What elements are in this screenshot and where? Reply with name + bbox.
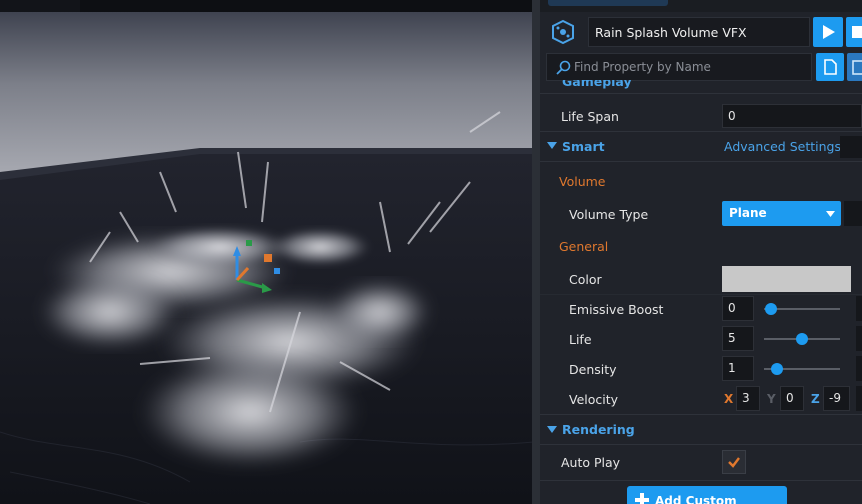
life-slider-handle[interactable] (796, 333, 808, 345)
auto-play-label: Auto Play (561, 455, 621, 470)
stop-button[interactable] (846, 17, 862, 47)
life-span-label: Life Span (561, 109, 619, 124)
play-icon (823, 25, 835, 39)
paste-button[interactable] (847, 53, 862, 81)
velocity-label: Velocity (569, 392, 619, 407)
density-label: Density (569, 362, 617, 377)
emissive-boost-label: Emissive Boost (569, 302, 664, 317)
color-swatch[interactable] (722, 266, 851, 292)
rendering-section-header[interactable]: Rendering (540, 415, 862, 443)
checkmark-icon (728, 457, 740, 468)
copy-icon (824, 59, 837, 75)
color-label: Color (569, 272, 602, 287)
plus-icon (635, 493, 649, 504)
velocity-z-label: Z (811, 392, 820, 406)
triangle-down-icon (547, 142, 557, 149)
viewport-tab[interactable] (80, 0, 534, 12)
velocity-x-label: X (724, 392, 734, 406)
velocity-x-field[interactable]: 3 (736, 386, 760, 411)
volume-type-reset[interactable] (844, 201, 862, 226)
life-field[interactable]: 5 (722, 326, 754, 351)
vfx-object-icon (550, 19, 576, 45)
auto-play-checkbox[interactable] (722, 450, 746, 474)
volume-group-label: Volume (559, 174, 606, 189)
density-field[interactable]: 1 (722, 356, 754, 381)
general-group-label: General (559, 239, 609, 254)
search-input[interactable]: Find Property by Name (546, 53, 812, 81)
play-button[interactable] (813, 17, 843, 47)
emissive-boost-slider-handle[interactable] (765, 303, 777, 315)
advanced-settings-toggle[interactable] (840, 136, 862, 158)
object-name-field[interactable]: Rain Splash Volume VFX (588, 17, 810, 47)
advanced-settings-link[interactable]: Advanced Settings (724, 139, 841, 154)
viewport-tab-strip (0, 0, 534, 12)
scene-render (0, 12, 534, 504)
triangle-down-icon (547, 426, 557, 433)
volume-type-label: Volume Type (569, 207, 649, 222)
panel-splitter[interactable] (532, 0, 540, 504)
life-label: Life (569, 332, 592, 347)
life-span-field[interactable]: 0 (722, 104, 862, 128)
velocity-z-field[interactable]: -9 (823, 386, 850, 411)
scene-viewport[interactable] (0, 0, 534, 504)
add-custom-property-button[interactable]: Add Custom Property (627, 486, 787, 504)
velocity-y-field[interactable]: 0 (780, 386, 804, 411)
volume-type-dropdown[interactable]: Plane (722, 201, 841, 226)
emissive-boost-field[interactable]: 0 (722, 296, 754, 321)
chevron-down-icon (826, 211, 835, 217)
stop-icon (852, 26, 862, 38)
gameplay-section-header[interactable]: Gameplay (540, 80, 862, 92)
density-slider-handle[interactable] (771, 363, 783, 375)
panel-tab-strip (540, 0, 862, 12)
copy-button[interactable] (816, 53, 844, 81)
velocity-y-label: Y (767, 392, 776, 406)
paste-icon (852, 60, 862, 75)
properties-panel: Rain Splash Volume VFX Find Property by … (540, 0, 862, 504)
search-icon (556, 60, 571, 75)
